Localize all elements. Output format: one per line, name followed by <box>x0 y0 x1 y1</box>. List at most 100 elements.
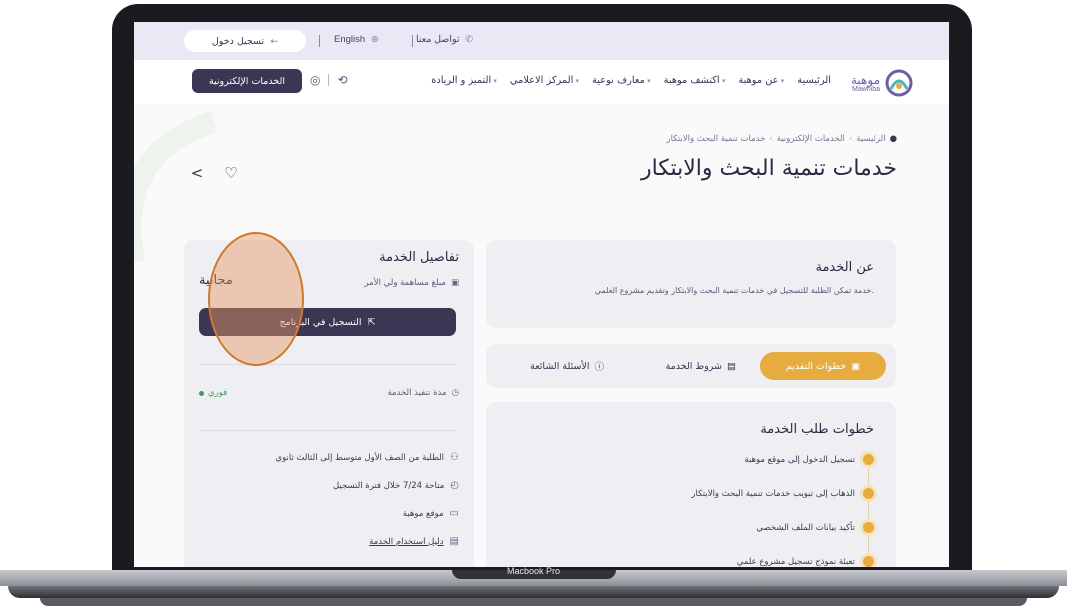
nav-icon-group: ◎ ⟲ <box>310 73 348 87</box>
clock-icon: ◷ <box>451 388 459 398</box>
step-dot <box>863 522 874 533</box>
nav-menu: الرئيسية عن موهبة ▾ اكتشف موهبة ▾ معارف … <box>431 75 831 86</box>
search-icon[interactable]: ⟲ <box>337 73 347 87</box>
login-arrow-icon: ⇽ <box>270 35 279 47</box>
breadcrumb: ● الرئيسية ‹ الخدمات الإلكترونية ‹ خدمات… <box>666 134 897 144</box>
fee-label-row: ▣ مبلغ مساهمة ولي الأمر <box>364 278 459 288</box>
channel-row: ▭ موقع موهبة <box>403 508 459 519</box>
tab-faq-label: الأسئلة الشائعة <box>530 360 590 372</box>
duration-value: فوري <box>199 388 227 398</box>
step-item: تعبئة نموذج تسجيل مشروع علمي <box>737 556 874 567</box>
login-button[interactable]: تسجيل دخول ⇽ <box>184 30 306 52</box>
fee-label: مبلغ مساهمة ولي الأمر <box>364 278 446 288</box>
about-description: خدمة تمكن الطلبة للتسجيل في خدمات تنمية … <box>594 286 874 295</box>
step-item: الذهاب إلى تبويب خدمات تنمية البحث والاب… <box>691 488 874 499</box>
divider <box>412 35 413 47</box>
page-title: خدمات تنمية البحث والابتكار <box>640 156 897 181</box>
wallet-icon: ▣ <box>450 278 459 288</box>
timer-icon: ◴ <box>450 480 459 491</box>
step-item: تسجيل الدخول إلى موقع موهبة <box>744 454 874 465</box>
divider <box>319 35 320 47</box>
nav-item-label: المركز الاعلامي <box>509 75 574 86</box>
external-link-icon: ⇱ <box>367 316 376 328</box>
nav-item-discover[interactable]: اكتشف موهبة ▾ <box>664 75 728 86</box>
step-label: تعبئة نموذج تسجيل مشروع علمي <box>736 556 855 567</box>
logo-icon <box>885 69 913 97</box>
nav-item-media[interactable]: المركز الاعلامي ▾ <box>510 75 581 86</box>
step-dot <box>863 556 874 567</box>
duration-label: مدة تنفيذ الخدمة <box>387 388 447 398</box>
laptop-base <box>0 570 1067 610</box>
details-title: تفاصيل الخدمة <box>379 250 459 265</box>
guide-link[interactable]: دليل استخدام الخدمة <box>369 537 443 547</box>
duration-label-row: ◷ مدة تنفيذ الخدمة <box>387 388 459 398</box>
monitor-icon: ▭ <box>449 508 459 519</box>
request-steps-card: خطوات طلب الخدمة تسجيل الدخول إلى موقع م… <box>486 402 896 567</box>
step-label: تسجيل الدخول إلى موقع موهبة <box>744 454 855 465</box>
utility-bar: تواصل معنا ✆ English ⊕ تسجيل دخول ⇽ <box>134 22 949 60</box>
faq-icon: ⓘ <box>594 362 604 373</box>
steps-timeline <box>868 460 869 567</box>
nav-item-label: عن موهبة <box>738 75 779 86</box>
eservices-button[interactable]: الخدمات الإلكترونية <box>192 69 302 93</box>
nav-item-about[interactable]: عن موهبة ▾ <box>738 75 786 86</box>
availability-text: متاحة 7/24 خلال فترة التسجيل <box>332 480 445 491</box>
steps-icon: ▣ <box>851 360 861 372</box>
login-label: تسجيل دخول <box>211 35 265 47</box>
accessibility-icon[interactable]: ◎ <box>310 73 320 87</box>
tab-faq[interactable]: الأسئلة الشائعة ⓘ <box>530 352 604 380</box>
tab-terms-label: شروط الخدمة <box>665 360 723 372</box>
audience-text: الطلبة من الصف الأول متوسط إلى الثالث ثا… <box>275 452 445 463</box>
tab-terms[interactable]: شروط الخدمة ▤ <box>666 352 736 380</box>
step-item: تأكيد بيانات الملف الشخصي <box>756 522 874 533</box>
nav-item-label: التميز و الريادة <box>431 75 492 86</box>
heart-icon[interactable]: ♡ <box>220 162 242 184</box>
laptop-base-bottom <box>8 586 1059 598</box>
steps-title: خطوات طلب الخدمة <box>760 422 874 437</box>
nav-item-knowledge[interactable]: معارف نوعية ▾ <box>592 75 653 86</box>
service-tabs: خطوات التقديم ▣ شروط الخدمة ▤ الأسئلة ال… <box>486 344 896 388</box>
contact-label: تواصل معنا <box>416 34 460 45</box>
chevron-left-icon: ‹ <box>769 134 773 144</box>
brand-name-ar: موهبة <box>850 72 880 87</box>
home-icon[interactable]: ● <box>890 134 897 144</box>
nav-item-excellence[interactable]: التميز و الريادة ▾ <box>431 75 499 86</box>
step-dot <box>863 488 874 499</box>
users-icon: ⚇ <box>450 452 459 463</box>
tab-steps[interactable]: خطوات التقديم ▣ <box>760 352 886 380</box>
step-label: الذهاب إلى تبويب خدمات تنمية البحث والاب… <box>691 488 855 499</box>
about-title: عن الخدمة <box>815 260 874 275</box>
step-dot <box>863 454 874 465</box>
chevron-down-icon: ▾ <box>719 77 726 85</box>
chevron-down-icon: ▾ <box>644 77 651 85</box>
nav-item-label: الرئيسية <box>797 75 831 86</box>
brand-text: موهبة Mawhiba <box>851 74 880 93</box>
nav-item-home[interactable]: الرئيسية <box>797 75 831 86</box>
duration-value-text: فوري <box>208 388 228 398</box>
divider <box>328 74 330 86</box>
chevron-down-icon: ▾ <box>778 77 785 85</box>
tab-steps-label: خطوات التقديم <box>785 360 847 372</box>
breadcrumb-item-home[interactable]: الرئيسية <box>856 134 885 144</box>
click-highlight <box>208 232 304 366</box>
chevron-left-icon: ‹ <box>848 134 853 144</box>
nav-item-label: اكتشف موهبة <box>663 75 720 86</box>
breadcrumb-item-eservices[interactable]: الخدمات الإلكترونية <box>777 134 845 144</box>
guide-row[interactable]: ▤ دليل استخدام الخدمة <box>369 536 459 547</box>
language-switch[interactable]: English ⊕ <box>334 34 379 45</box>
contact-link[interactable]: تواصل معنا ✆ <box>416 34 473 45</box>
share-icon[interactable]: < <box>186 162 208 184</box>
chevron-down-icon: ▾ <box>573 77 580 85</box>
terms-icon: ▤ <box>727 360 736 372</box>
about-service-card: عن الخدمة خدمة تمكن الطلبة للتسجيل في خد… <box>486 240 896 328</box>
nav-item-label: معارف نوعية <box>592 75 645 86</box>
main-navbar: موهبة Mawhiba الرئيسية عن موهبة ▾ اكتشف … <box>134 60 949 104</box>
status-dot <box>199 390 204 396</box>
document-icon: ▤ <box>449 536 459 547</box>
step-label: تأكيد بيانات الملف الشخصي <box>756 522 855 533</box>
language-label: English <box>334 34 366 45</box>
brand-logo[interactable]: موهبة Mawhiba <box>851 69 913 97</box>
browser-screen: تواصل معنا ✆ English ⊕ تسجيل دخول ⇽ موهب… <box>134 22 949 567</box>
breadcrumb-item-current: خدمات تنمية البحث والابتكار <box>666 134 766 144</box>
divider <box>199 430 456 431</box>
